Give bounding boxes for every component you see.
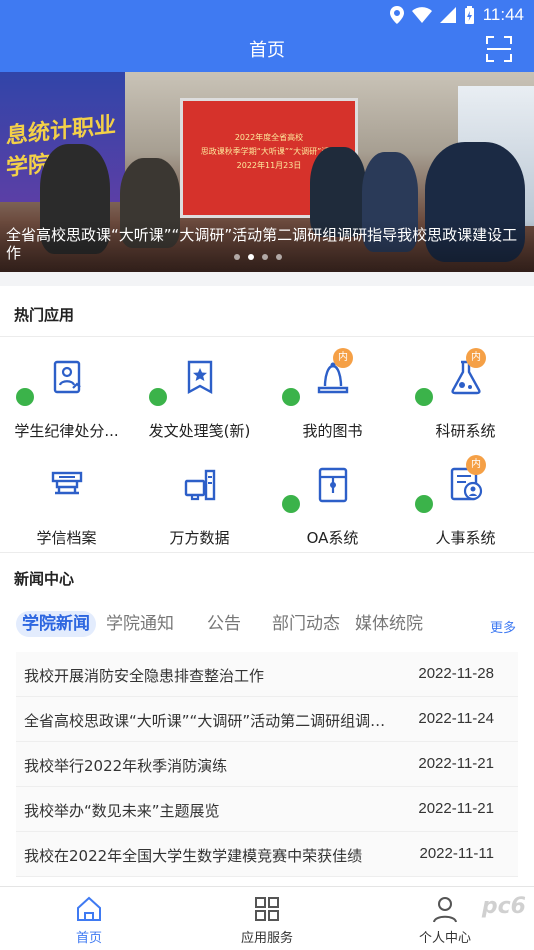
page-title: 首页 [249, 40, 285, 61]
app-label: 我的图书 [302, 422, 363, 440]
news-date: 2022-11-21 [418, 755, 494, 772]
app-label: 人事系统 [435, 529, 496, 547]
divider [0, 552, 534, 553]
lock-icon [415, 388, 433, 406]
app-document-processing[interactable]: 发文处理笺(新) [133, 340, 266, 444]
apps-grid-icon [255, 897, 279, 921]
wifi-icon [411, 7, 432, 23]
banner-dot[interactable] [276, 254, 282, 260]
internal-badge: 内 [333, 348, 353, 368]
top-bar: 11:44 首页 [0, 0, 534, 72]
tab-college-notice[interactable]: 学院通知 [106, 611, 174, 637]
divider [0, 336, 534, 337]
news-date: 2022-11-11 [419, 845, 494, 862]
news-title: 我校开展消防安全隐患排查整治工作 [24, 667, 265, 685]
battery-icon [464, 6, 474, 24]
archive-icon [51, 471, 82, 495]
signal-icon [439, 7, 456, 23]
oa-folder-icon [318, 467, 347, 503]
app-oa-system[interactable]: OA系统 [266, 447, 399, 551]
hot-apps-title: 热门应用 [14, 306, 75, 324]
tab-department-news[interactable]: 部门动态 [272, 611, 340, 637]
document-ribbon-icon [187, 360, 212, 395]
banner-caption[interactable]: 全省高校思政课“大听课”“大调研”活动第二调研组调研指导我校思政课建设工作 [0, 220, 534, 272]
app-wanfang-data[interactable]: 万方数据 [133, 447, 266, 551]
status-bar: 11:44 [389, 4, 524, 26]
news-center-title: 新闻中心 [14, 570, 75, 588]
app-student-discipline[interactable]: 学生纪律处分... [0, 340, 133, 444]
news-title: 全省高校思政课“大听课”“大调研”活动第二调研组调研指导我校思政课建设工作 [24, 712, 394, 730]
app-label: 学生纪律处分... [14, 422, 119, 440]
news-date: 2022-11-28 [418, 665, 494, 682]
news-item[interactable]: 我校举办“数见未来”主题展览 2022-11-21 [16, 787, 518, 832]
person-icon [433, 897, 457, 923]
home-icon [77, 896, 101, 921]
internal-badge: 内 [466, 455, 486, 475]
app-label: 学信档案 [36, 529, 97, 547]
news-item[interactable]: 我校在2022年全国大学生数学建模竞赛中荣获佳绩 2022-11-11 [16, 832, 518, 877]
location-icon [389, 6, 404, 24]
nav-label: 个人中心 [418, 931, 471, 946]
watermark-logo: pc6 [481, 894, 526, 919]
tab-media[interactable]: 媒体统院 [355, 611, 423, 637]
tab-announcement[interactable]: 公告 [207, 611, 241, 637]
app-label: 发文处理笺(新) [148, 422, 251, 440]
student-discipline-icon [53, 360, 81, 394]
banner-pagination [234, 254, 282, 260]
lock-icon [282, 388, 300, 406]
scan-icon[interactable] [486, 36, 512, 62]
nav-home[interactable]: 首页 [29, 887, 149, 950]
status-time: 11:44 [482, 5, 524, 24]
news-date: 2022-11-24 [418, 710, 494, 727]
nav-label: 应用服务 [240, 931, 293, 946]
news-tabs: 学院新闻 学院通知 公告 部门动态 媒体统院 更多 [16, 611, 520, 639]
app-label: OA系统 [306, 529, 359, 547]
database-icon [184, 469, 215, 501]
more-link[interactable]: 更多 [490, 617, 516, 636]
lock-icon [16, 388, 34, 406]
lock-icon [149, 388, 167, 406]
app-research-system[interactable]: 内 科研系统 [399, 340, 532, 444]
internal-badge: 内 [466, 348, 486, 368]
news-list: 我校开展消防安全隐患排查整治工作 2022-11-28 全省高校思政课“大听课”… [16, 652, 518, 877]
news-banner[interactable]: 息统计职业学院 2022年度全省高校 思政课秋季学期“大听课”“大调研”活动 2… [0, 72, 534, 272]
news-title: 我校举行2022年秋季消防演练 [24, 757, 228, 775]
lock-icon [415, 495, 433, 513]
nav-app-services[interactable]: 应用服务 [207, 887, 327, 950]
news-title: 我校举办“数见未来”主题展览 [24, 802, 220, 820]
news-date: 2022-11-21 [418, 800, 494, 817]
banner-dot[interactable] [234, 254, 240, 260]
bottom-nav: 首页 应用服务 个人中心 [0, 886, 534, 950]
section-gap [0, 272, 534, 286]
lock-icon [282, 495, 300, 513]
news-item[interactable]: 全省高校思政课“大听课”“大调研”活动第二调研组调研指导我校思政课建设工作 20… [16, 697, 518, 742]
app-label: 万方数据 [169, 529, 230, 547]
tab-college-news[interactable]: 学院新闻 [16, 611, 96, 637]
news-item[interactable]: 我校开展消防安全隐患排查整治工作 2022-11-28 [16, 652, 518, 697]
app-label: 科研系统 [435, 422, 496, 440]
banner-dot-active[interactable] [248, 254, 254, 260]
app-my-books[interactable]: 内 我的图书 [266, 340, 399, 444]
news-item[interactable]: 我校举行2022年秋季消防演练 2022-11-21 [16, 742, 518, 787]
app-xuexin-archive[interactable]: 学信档案 [0, 447, 133, 551]
nav-label: 首页 [75, 931, 102, 946]
app-personnel-system[interactable]: 内 人事系统 [399, 447, 532, 551]
news-title: 我校在2022年全国大学生数学建模竞赛中荣获佳绩 [24, 847, 363, 865]
banner-dot[interactable] [262, 254, 268, 260]
